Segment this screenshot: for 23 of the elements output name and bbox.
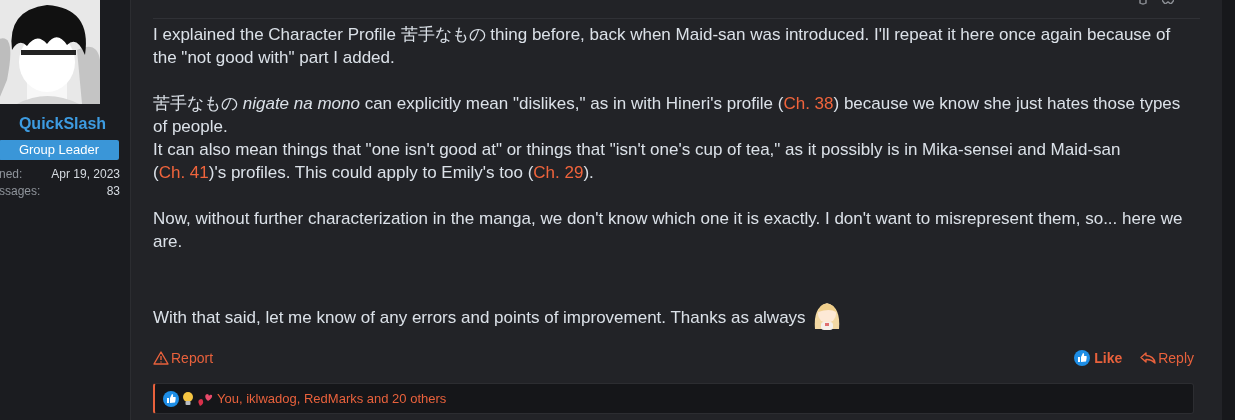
warning-icon bbox=[153, 351, 169, 365]
author-name[interactable]: QuickSlash bbox=[0, 114, 120, 134]
stat-label: ssages: bbox=[0, 183, 41, 200]
stat-label: ned: bbox=[0, 166, 23, 183]
post-paragraph: 苦手なもの nigate na mono can explicitly mean "dislikes," as in with Hineri's profile (Ch. 38) because we know she just hates those types of people. It can also mean things that "one isn't good at" or things that "isn't one's cup of tea," as it possibly is in Mika-sensei and Maid-san (Ch. 41)'s profiles. This could apply to Emily's too (Ch. 29). bbox=[153, 93, 1182, 184]
stat-value: Apr 19, 2023 bbox=[51, 166, 120, 183]
chapter-link[interactable]: Ch. 41 bbox=[158, 163, 209, 182]
reactions-bar[interactable]: You, iklwadog, RedMarks and 20 others bbox=[153, 383, 1194, 414]
role-badge: Group Leader bbox=[0, 140, 119, 160]
chapter-link[interactable]: Ch. 29 bbox=[533, 163, 584, 182]
like-button[interactable]: Like bbox=[1074, 347, 1123, 369]
chapter-link[interactable]: Ch. 38 bbox=[783, 94, 834, 113]
thumbs-up-icon bbox=[1074, 350, 1091, 366]
reply-button[interactable]: Reply bbox=[1140, 347, 1194, 369]
reactions-text: You, iklwadog, RedMarks and 20 others bbox=[217, 389, 447, 408]
lightbulb-icon bbox=[180, 390, 196, 407]
stat-value: 83 bbox=[106, 183, 120, 200]
post-paragraph: Now, without further characterization in the manga, we don't know which one it is exactly. I don't want to misrepresent them, so... here we are. bbox=[153, 208, 1184, 253]
reply-icon bbox=[1140, 351, 1157, 365]
thumbs-up-icon bbox=[163, 390, 179, 407]
post-paragraph: I explained the Character Profile 苦手なもの thing before, back when Maid-san was introduced. I'll repeat it here once again because of the "not good with" part I added. bbox=[153, 24, 1172, 69]
post-paragraph: With that said, let me know of any errors and points of improvement. Thanks as always bbox=[153, 299, 1193, 331]
report-link[interactable]: Report bbox=[153, 347, 214, 369]
